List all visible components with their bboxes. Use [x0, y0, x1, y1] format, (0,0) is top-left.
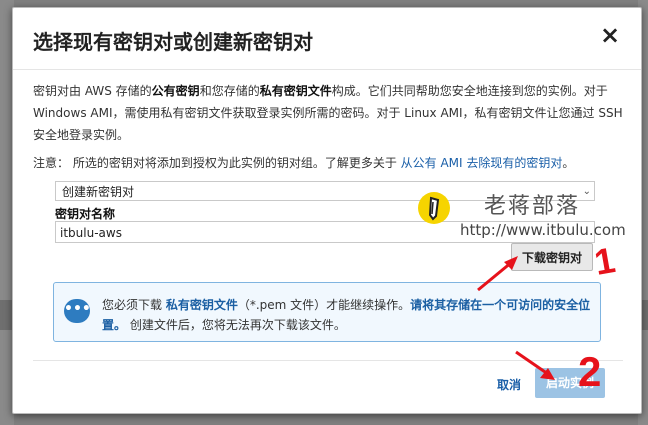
annotation-step-2: 2: [578, 348, 601, 395]
arrow-icon: [515, 350, 555, 380]
annotation-step-1: 1: [591, 239, 618, 283]
annotation-layer: 1 2: [477, 239, 618, 395]
arrow-icon: [477, 256, 518, 292]
